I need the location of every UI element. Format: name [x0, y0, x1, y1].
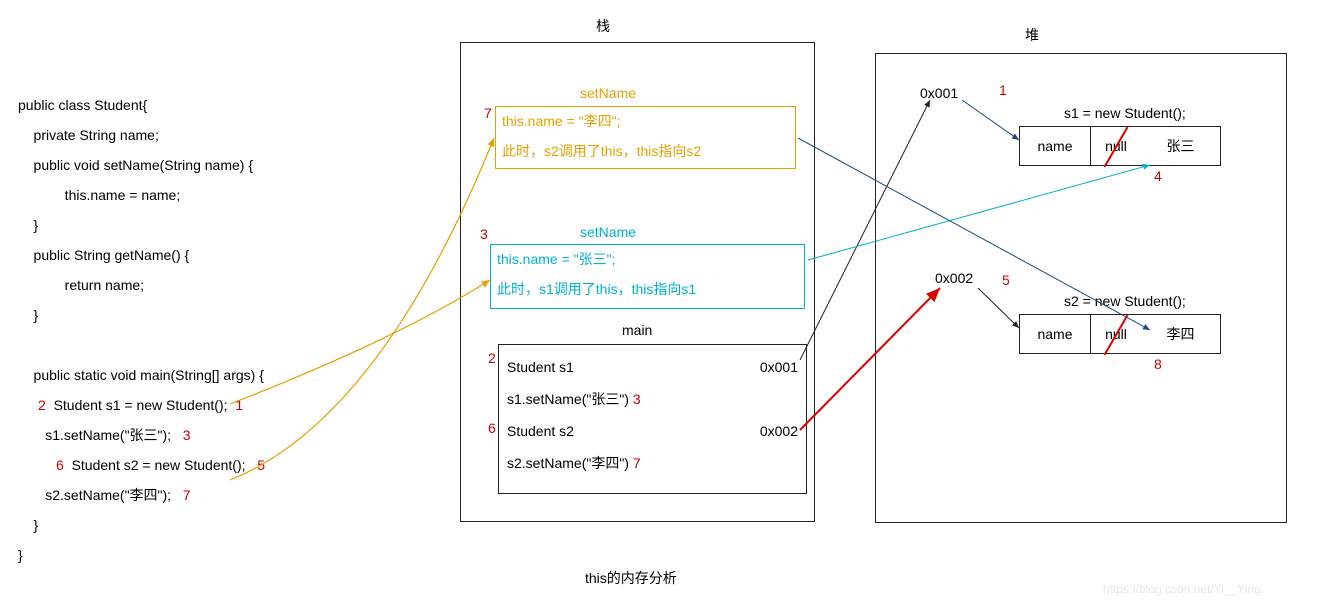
- heap-addr: 0x001: [920, 85, 958, 101]
- heap-box: [875, 53, 1287, 523]
- main-frame: Student s10x001 s1.setName("张三") 3 Stude…: [498, 344, 807, 494]
- step-num: 5: [1002, 272, 1010, 288]
- heap-obj-2: name null 李四: [1019, 314, 1221, 354]
- code-line: public class Student{: [18, 97, 147, 113]
- step-num: 3: [633, 391, 641, 407]
- code-line: Student s1 = new Student();: [46, 397, 228, 413]
- code-line: private String name;: [18, 127, 159, 143]
- heap-obj-label: s2 = new Student();: [1064, 293, 1186, 309]
- step-num: 7: [183, 487, 191, 503]
- main-row: s1.setName("张三") 3: [507, 383, 798, 415]
- step-num: 7: [633, 455, 641, 471]
- setname-line: 此时，s2调用了this，this指向s2: [502, 141, 789, 161]
- code-line: public String getName() {: [18, 247, 189, 263]
- step-num: 8: [1154, 356, 1162, 372]
- main-row: Student s20x002: [507, 415, 798, 447]
- step-num: 4: [1154, 168, 1162, 184]
- field-null: null: [1091, 127, 1141, 165]
- code-line: public void setName(String name) {: [18, 157, 253, 173]
- step-num: 7: [484, 105, 492, 121]
- step-num: 1: [235, 397, 243, 413]
- setname-line: this.name = "张三";: [497, 249, 798, 269]
- step-num: 3: [183, 427, 191, 443]
- main-row: Student s10x001: [507, 351, 798, 383]
- code-line: Student s2 = new Student();: [64, 457, 246, 473]
- code-line: this.name = name;: [18, 187, 180, 203]
- code-line: public static void main(String[] args) {: [18, 367, 264, 383]
- code-line: return name;: [18, 277, 144, 293]
- source-code: public class Student{ private String nam…: [18, 60, 265, 570]
- step-num: 6: [488, 420, 496, 436]
- setname-line: 此时，s1调用了this，this指向s1: [497, 279, 798, 299]
- field-value: 张三: [1141, 127, 1220, 165]
- setname-frame-1: this.name = "李四"; 此时，s2调用了this，this指向s2: [495, 106, 796, 169]
- heap-obj-1: name null 张三: [1019, 126, 1221, 166]
- setname-title-2: setName: [580, 224, 636, 240]
- code-line: s2.setName("李四"); 7: [18, 487, 191, 503]
- heap-obj-label: s1 = new Student();: [1064, 105, 1186, 121]
- main-row: s2.setName("李四") 7: [507, 447, 798, 479]
- watermark: https://blog.csdn.net/Yi__Ying: [1103, 582, 1261, 596]
- code-line: }: [18, 217, 38, 233]
- code-line: }: [18, 547, 23, 563]
- field-name: name: [1020, 315, 1091, 353]
- step-num: 1: [999, 82, 1007, 98]
- heap-title: 堆: [1025, 25, 1039, 45]
- setname-frame-2: this.name = "张三"; 此时，s1调用了this，this指向s1: [490, 244, 805, 309]
- code-line: }: [18, 307, 38, 323]
- diagram-caption: this的内存分析: [585, 568, 677, 588]
- code-line: s1.setName("张三"); 3: [18, 427, 191, 443]
- main-title: main: [622, 322, 652, 338]
- step-num: 5: [257, 457, 265, 473]
- stack-title: 栈: [596, 16, 610, 36]
- step-num: 6: [18, 457, 64, 473]
- heap-addr: 0x002: [935, 270, 973, 286]
- step-num: 2: [488, 350, 496, 366]
- field-name: name: [1020, 127, 1091, 165]
- field-null: null: [1091, 315, 1141, 353]
- step-num: 2: [18, 397, 46, 413]
- setname-line: this.name = "李四";: [502, 111, 789, 131]
- setname-title-1: setName: [580, 85, 636, 101]
- code-line: }: [18, 517, 38, 533]
- step-num: 3: [480, 226, 488, 242]
- field-value: 李四: [1141, 315, 1220, 353]
